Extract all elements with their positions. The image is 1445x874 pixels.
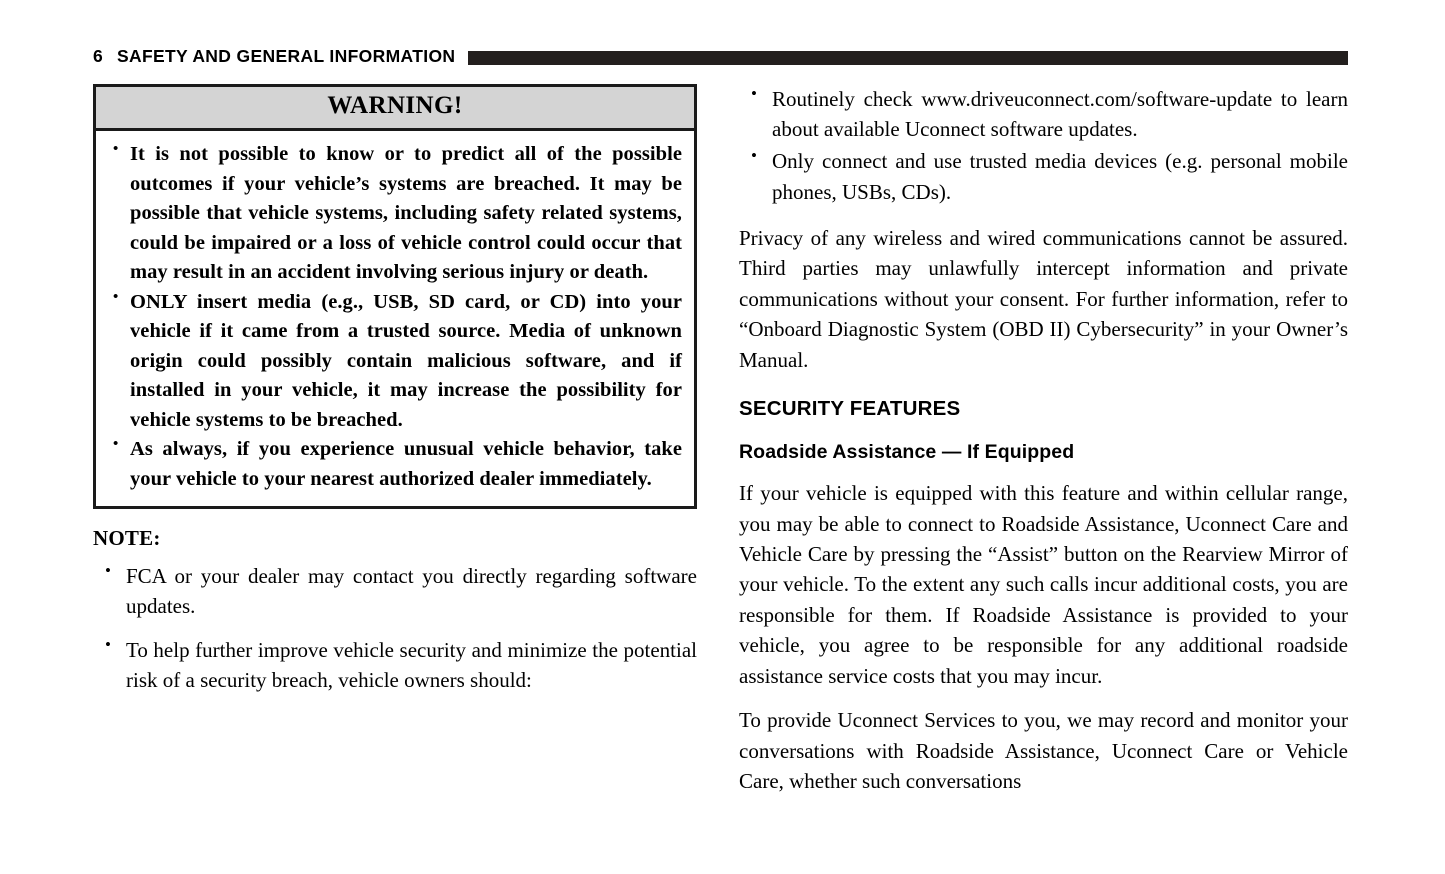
page-number: 6 [93, 46, 103, 67]
list-item: Routinely check www.driveuconnect.com/so… [739, 82, 1348, 144]
note-bullet-list: FCA or your dealer may contact you direc… [93, 559, 697, 695]
warning-heading-text: WARNING! [327, 92, 463, 119]
list-item: FCA or your dealer may contact you direc… [93, 559, 697, 621]
list-item: ONLY insert media (e.g., USB, SD card, o… [104, 287, 682, 436]
warning-callout-box: WARNING! It is not possible to know or t… [93, 84, 697, 510]
subheading-roadside-assistance: Roadside Assistance — If Equipped [739, 441, 1075, 464]
list-item: As always, if you experience unusual veh… [104, 434, 682, 494]
privacy-paragraph: Privacy of any wireless and wired commun… [739, 225, 1348, 372]
list-item: To help further improve vehicle security… [93, 633, 697, 695]
list-item: It is not possible to know or to predict… [104, 139, 682, 288]
left-column: WARNING! It is not possible to know or t… [93, 84, 697, 708]
roadside-paragraph-1: If your vehicle is equipped with this fe… [739, 481, 1348, 688]
page-running-header: 6 SAFETY AND GENERAL INFORMATION [93, 44, 1348, 70]
warning-bullet-list: It is not possible to know or to predict… [104, 139, 682, 494]
right-column: Routinely check www.driveuconnect.com/so… [739, 82, 1348, 797]
roadside-paragraph-2: To provide Uconnect Services to you, we … [739, 708, 1348, 794]
warning-box-body: It is not possible to know or to predict… [96, 131, 694, 507]
page-title: SAFETY AND GENERAL INFORMATION [116, 46, 456, 67]
header-rule-bar [468, 50, 1348, 65]
section-heading-security-features: SECURITY FEATURES [739, 397, 961, 421]
warning-box-header: WARNING! [96, 87, 694, 131]
note-label: NOTE: [93, 526, 161, 551]
right-bullet-list: Routinely check www.driveuconnect.com/so… [739, 82, 1348, 207]
list-item: Only connect and use trusted media devic… [739, 144, 1348, 206]
